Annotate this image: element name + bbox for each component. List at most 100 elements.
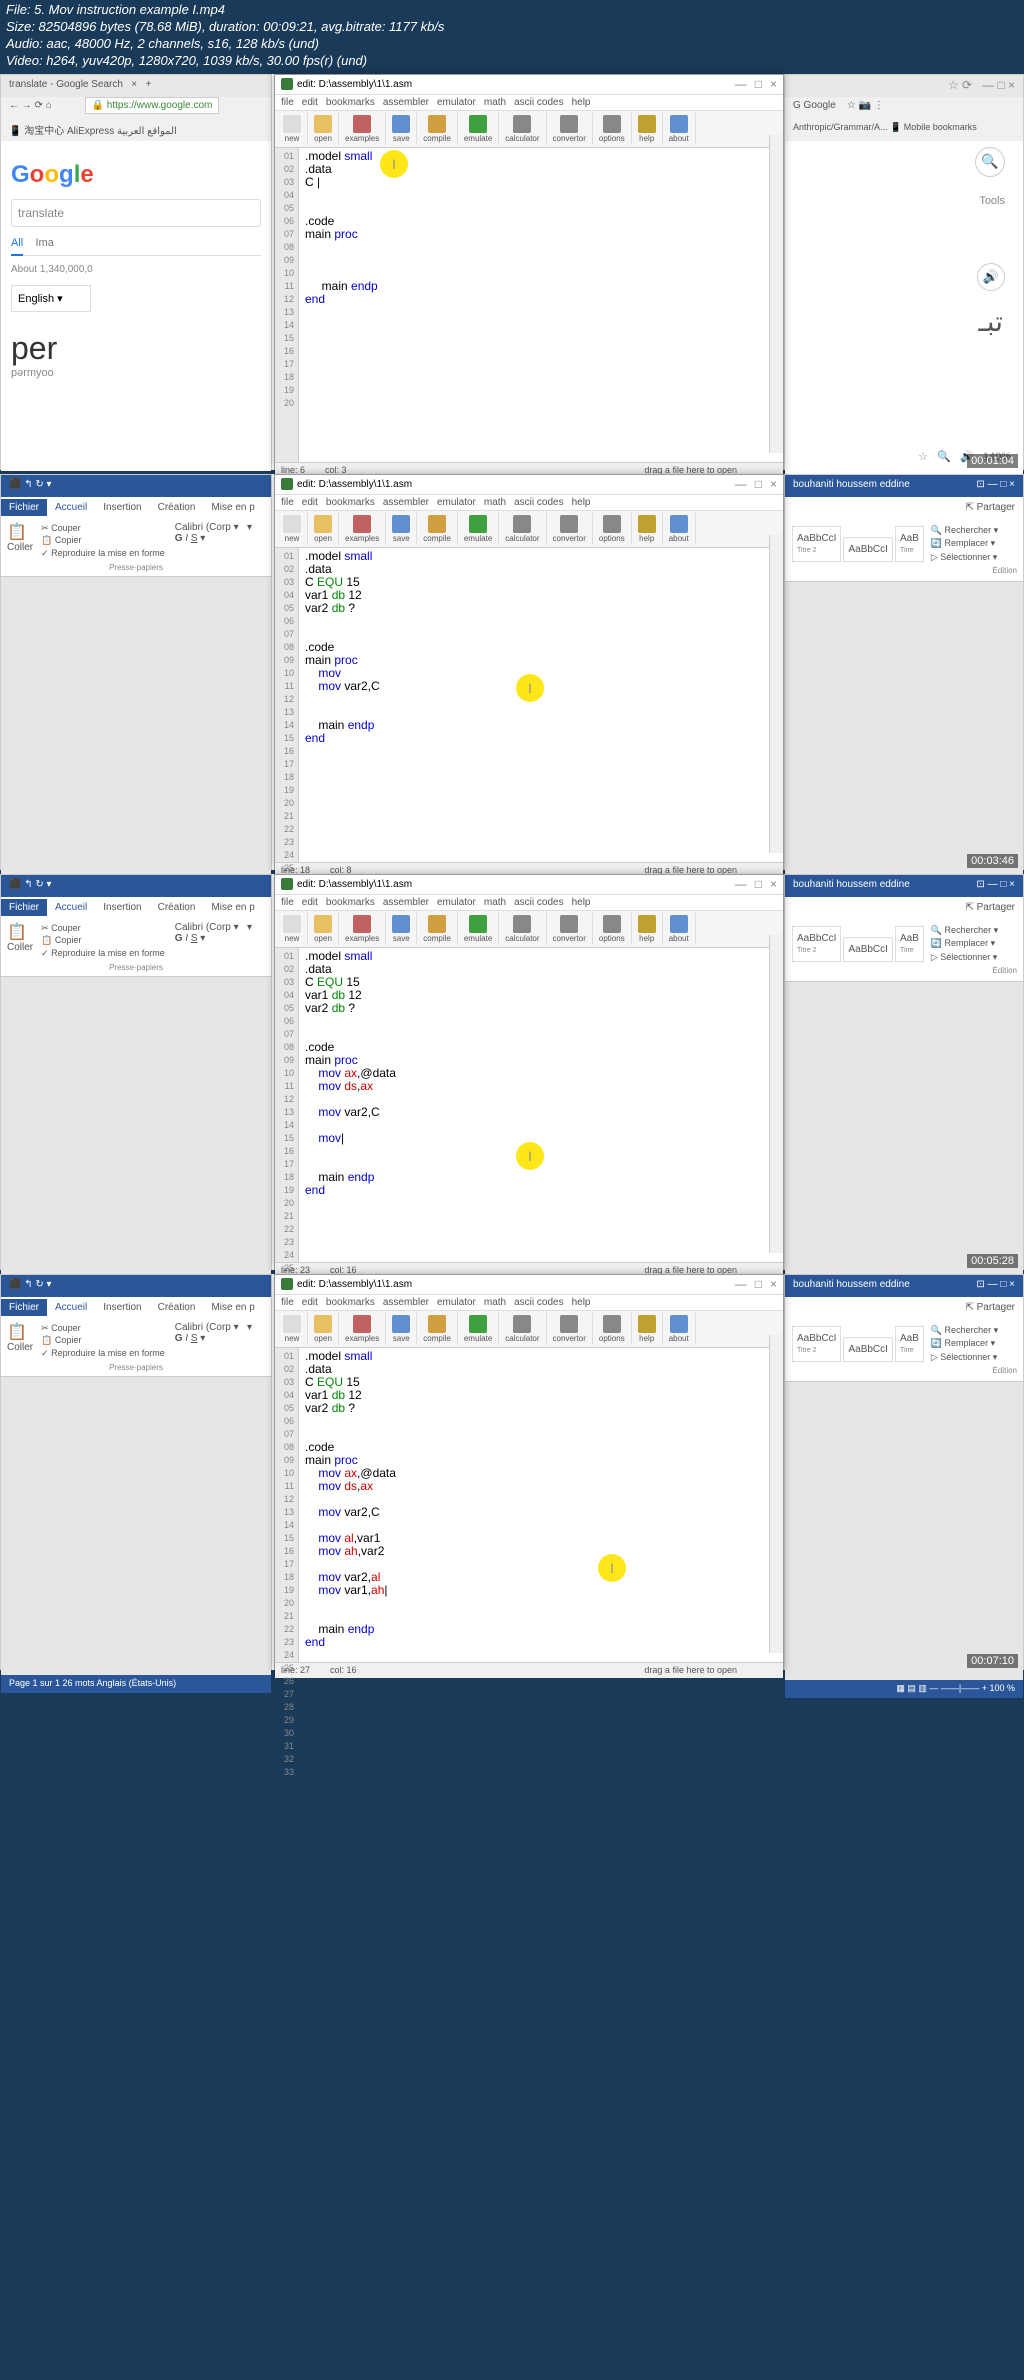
- col-indicator: col: 16: [330, 1665, 357, 1676]
- tool-help[interactable]: help: [632, 1313, 663, 1345]
- ribbon-tools[interactable]: 📋 Coller ✂ Couper📋 Copier✓ Reproduire la…: [1, 518, 271, 577]
- search-input[interactable]: translate: [11, 199, 261, 227]
- toolbar[interactable]: newopenexamplessavecompileemulatecalcula…: [275, 111, 783, 148]
- tool-compile[interactable]: compile: [417, 913, 458, 945]
- tool-examples[interactable]: examples: [339, 1313, 386, 1345]
- tool-help[interactable]: help: [632, 113, 663, 145]
- tool-options[interactable]: options: [593, 113, 632, 145]
- word-zoom[interactable]: ▦ ▤ ▥ — ——|—— + 100 %: [785, 1680, 1023, 1698]
- cursor-highlight: I: [380, 150, 408, 178]
- share-button[interactable]: ⇱ Partager: [785, 497, 1023, 518]
- tool-compile[interactable]: compile: [417, 113, 458, 145]
- tool-compile[interactable]: compile: [417, 513, 458, 545]
- line-gutter: 01 02 03 04 05 06 07 08 09 10 11 12 13 1…: [275, 1348, 299, 1662]
- tool-examples[interactable]: examples: [339, 113, 386, 145]
- tool-options[interactable]: options: [593, 913, 632, 945]
- menu-bar[interactable]: fileeditbookmarksassembleremulatormathas…: [275, 95, 783, 111]
- tool-calculator[interactable]: calculator: [499, 513, 546, 545]
- share-button[interactable]: ⇱ Partager: [785, 897, 1023, 918]
- scrollbar-v[interactable]: [769, 135, 783, 453]
- tool-help[interactable]: help: [632, 513, 663, 545]
- tool-about[interactable]: about: [663, 513, 696, 545]
- url-bar[interactable]: 🔒 https://www.google.com: [85, 97, 220, 114]
- ribbon-tabs[interactable]: FichierAccueilInsertionCréationMise en p: [1, 1297, 271, 1318]
- browser-tab[interactable]: translate - Google Search × +: [1, 75, 271, 97]
- styles-panel[interactable]: AaBbCcITitre 2AaBbCcIAaBTitre 🔍 Recherch…: [785, 918, 1023, 982]
- scrollbar-v[interactable]: [769, 1335, 783, 1653]
- tool-calculator[interactable]: calculator: [499, 1313, 546, 1345]
- tool-emulate[interactable]: emulate: [458, 513, 499, 545]
- code-editor[interactable]: .model small .data C | .code main proc m…: [299, 148, 783, 462]
- tool-options[interactable]: options: [593, 1313, 632, 1345]
- video-info: Video: h264, yuv420p, 1280x720, 1039 kb/…: [6, 53, 1018, 70]
- bookmarks-bar[interactable]: 📱 淘宝中心 AliExpress المواقع العربية: [1, 119, 271, 141]
- menu-bar[interactable]: fileeditbookmarksassembleremulatormathas…: [275, 495, 783, 511]
- tool-new[interactable]: new: [277, 113, 308, 145]
- cursor-highlight: I: [516, 674, 544, 702]
- right-bookmarks[interactable]: Anthropic/Grammar/A... 📱 Mobile bookmark…: [785, 119, 1023, 141]
- tool-emulate[interactable]: emulate: [458, 913, 499, 945]
- right-tab[interactable]: G Google ☆ 📷 ⋮: [785, 97, 1023, 119]
- tool-new[interactable]: new: [277, 1313, 308, 1345]
- toolbar[interactable]: newopenexamplessavecompileemulatecalcula…: [275, 1311, 783, 1348]
- tool-convertor[interactable]: convertor: [547, 513, 593, 545]
- menu-bar[interactable]: fileeditbookmarksassembleremulatormathas…: [275, 1295, 783, 1311]
- code-editor[interactable]: .model small .data C EQU 15 var1 db 12 v…: [299, 1348, 783, 1662]
- tool-about[interactable]: about: [663, 1313, 696, 1345]
- window-controls[interactable]: —□×: [727, 877, 777, 891]
- toolbar[interactable]: newopenexamplessavecompileemulatecalcula…: [275, 911, 783, 948]
- menu-bar[interactable]: fileeditbookmarksassembleremulatormathas…: [275, 895, 783, 911]
- lang-select[interactable]: English ▾: [11, 285, 91, 312]
- tool-examples[interactable]: examples: [339, 513, 386, 545]
- translate-result: per: [11, 330, 261, 367]
- toolbar[interactable]: newopenexamplessavecompileemulatecalcula…: [275, 511, 783, 548]
- line-gutter: 01 02 03 04 05 06 07 08 09 10 11 12 13 1…: [275, 948, 299, 1262]
- ribbon-tabs[interactable]: FichierAccueilInsertionCréationMise en p: [1, 897, 271, 918]
- ribbon-tools[interactable]: 📋 Coller ✂ Couper📋 Copier✓ Reproduire la…: [1, 1318, 271, 1377]
- share-button[interactable]: ⇱ Partager: [785, 1297, 1023, 1318]
- tool-convertor[interactable]: convertor: [547, 913, 593, 945]
- code-editor[interactable]: .model small .data C EQU 15 var1 db 12 v…: [299, 548, 783, 862]
- window-controls[interactable]: ☆ ⟳ — □ ×: [785, 75, 1023, 95]
- styles-panel[interactable]: AaBbCcITitre 2AaBbCcIAaBTitre 🔍 Recherch…: [785, 1318, 1023, 1382]
- cursor-highlight: I: [598, 1554, 626, 1582]
- tool-new[interactable]: new: [277, 913, 308, 945]
- tool-save[interactable]: save: [386, 113, 417, 145]
- tool-options[interactable]: options: [593, 513, 632, 545]
- tool-convertor[interactable]: convertor: [547, 1313, 593, 1345]
- ribbon-tools[interactable]: 📋 Coller ✂ Couper📋 Copier✓ Reproduire la…: [1, 918, 271, 977]
- tool-save[interactable]: save: [386, 1313, 417, 1345]
- tool-compile[interactable]: compile: [417, 1313, 458, 1345]
- scrollbar-v[interactable]: [769, 935, 783, 1253]
- window-controls[interactable]: —□×: [727, 77, 777, 91]
- tool-about[interactable]: about: [663, 913, 696, 945]
- window-title: edit: D:\assembly\1\1.asm: [297, 479, 412, 490]
- ribbon-tabs[interactable]: FichierAccueilInsertionCréationMise en p: [1, 497, 271, 518]
- window-controls[interactable]: —□×: [727, 477, 777, 491]
- search-icon[interactable]: 🔍: [975, 147, 1005, 177]
- tool-help[interactable]: help: [632, 913, 663, 945]
- styles-panel[interactable]: AaBbCcITitre 2AaBbCcIAaBTitre 🔍 Recherch…: [785, 518, 1023, 582]
- tool-save[interactable]: save: [386, 913, 417, 945]
- tool-open[interactable]: open: [308, 913, 339, 945]
- tool-open[interactable]: open: [308, 113, 339, 145]
- result-tabs[interactable]: All Ima: [11, 237, 261, 256]
- tool-about[interactable]: about: [663, 113, 696, 145]
- window-controls[interactable]: —□×: [727, 1277, 777, 1291]
- line-indicator: line: 27: [281, 1665, 310, 1676]
- tool-convertor[interactable]: convertor: [547, 113, 593, 145]
- chrome-window-right: ☆ ⟳ — □ × G Google ☆ 📷 ⋮ Anthropic/Gramm…: [784, 74, 1024, 470]
- tool-open[interactable]: open: [308, 1313, 339, 1345]
- tool-emulate[interactable]: emulate: [458, 113, 499, 145]
- speaker-icon[interactable]: 🔊: [977, 263, 1005, 291]
- code-editor[interactable]: .model small .data C EQU 15 var1 db 12 v…: [299, 948, 783, 1262]
- tool-new[interactable]: new: [277, 513, 308, 545]
- tool-calculator[interactable]: calculator: [499, 113, 546, 145]
- tool-emulate[interactable]: emulate: [458, 1313, 499, 1345]
- tool-open[interactable]: open: [308, 513, 339, 545]
- scrollbar-v[interactable]: [769, 535, 783, 853]
- tool-save[interactable]: save: [386, 513, 417, 545]
- tool-calculator[interactable]: calculator: [499, 913, 546, 945]
- tools-link[interactable]: Tools: [979, 195, 1005, 207]
- tool-examples[interactable]: examples: [339, 913, 386, 945]
